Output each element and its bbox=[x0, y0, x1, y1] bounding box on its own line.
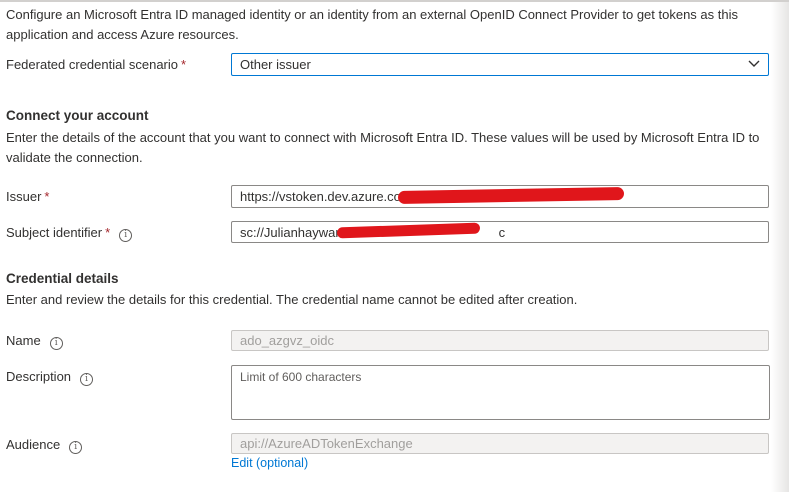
subject-label: Subject identifier * i bbox=[6, 224, 133, 242]
description-placeholder: Limit of 600 characters bbox=[240, 370, 362, 384]
chevron-down-icon bbox=[748, 60, 760, 67]
name-input: ado_azgvz_oidc bbox=[231, 330, 769, 351]
description-textarea[interactable]: Limit of 600 characters bbox=[231, 365, 770, 420]
audience-input: api://AzureADTokenExchange bbox=[231, 433, 769, 454]
credential-section-title: Credential details bbox=[6, 271, 119, 286]
credential-section-description: Enter and review the details for this cr… bbox=[6, 292, 578, 307]
name-label: Name i bbox=[6, 332, 63, 350]
right-edge-shadow bbox=[771, 0, 789, 492]
scenario-dropdown[interactable]: Other issuer bbox=[231, 53, 769, 76]
edit-audience-link[interactable]: Edit (optional) bbox=[231, 456, 308, 470]
description-label: Description i bbox=[6, 368, 94, 386]
connect-section-description: Enter the details of the account that yo… bbox=[6, 130, 760, 165]
subject-identifier-input[interactable]: sc://Julianhayward/ c bbox=[231, 221, 769, 243]
name-value: ado_azgvz_oidc bbox=[240, 333, 334, 348]
info-icon[interactable]: i bbox=[49, 337, 63, 350]
scenario-selected-value: Other issuer bbox=[240, 57, 311, 72]
intro-text: Configure an Microsoft Entra ID managed … bbox=[6, 7, 738, 42]
issuer-label: Issuer * bbox=[6, 189, 50, 204]
info-icon[interactable]: i bbox=[119, 229, 133, 242]
scenario-label: Federated credential scenario * bbox=[6, 57, 187, 72]
info-icon[interactable]: i bbox=[69, 441, 83, 454]
audience-label: Audience i bbox=[6, 436, 83, 454]
required-asterisk: * bbox=[44, 189, 50, 204]
connect-section-title: Connect your account bbox=[6, 108, 149, 123]
required-asterisk: * bbox=[105, 225, 111, 240]
subject-value: sc://Julianhayward/ bbox=[240, 224, 351, 240]
issuer-value: https://vstoken.dev.azure.com/ bbox=[240, 189, 416, 204]
subject-value-suffix: c bbox=[498, 224, 506, 240]
info-icon[interactable]: i bbox=[80, 373, 94, 386]
top-border bbox=[0, 0, 789, 2]
required-asterisk: * bbox=[181, 57, 187, 72]
audience-value: api://AzureADTokenExchange bbox=[240, 436, 413, 451]
